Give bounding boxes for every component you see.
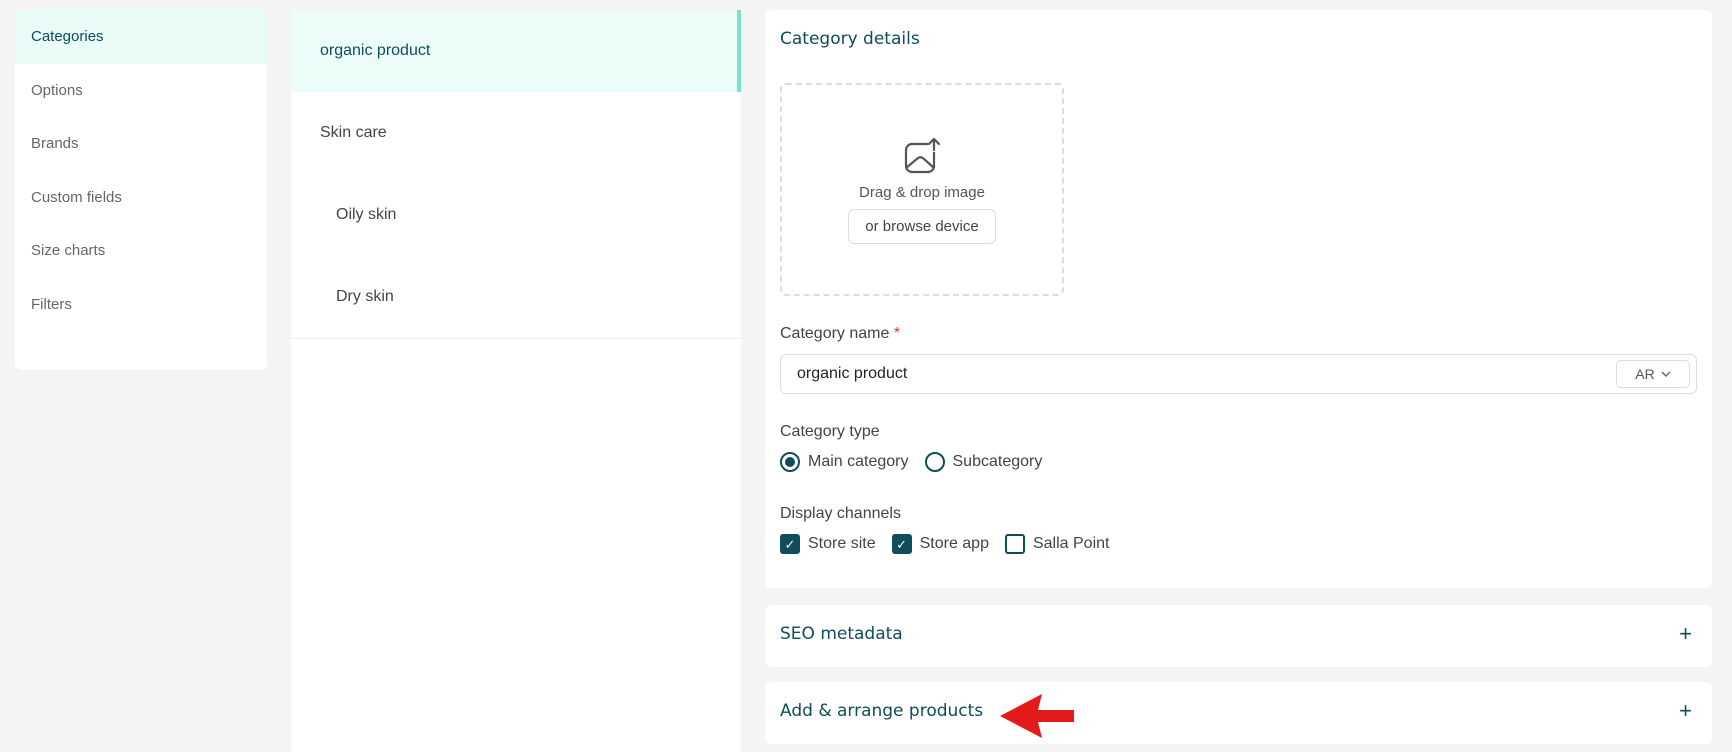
list-divider: [291, 338, 741, 339]
checkmark-icon: ✓: [780, 534, 800, 554]
nav-item-options[interactable]: Options: [15, 64, 267, 118]
category-item-skin-care[interactable]: Skin care: [291, 92, 741, 174]
language-value: AR: [1635, 366, 1655, 382]
radio-selected-icon: [780, 452, 800, 472]
category-name-value: organic product: [797, 365, 908, 382]
category-type-options: Main category Subcategory: [780, 452, 1058, 472]
checkbox-store-site[interactable]: ✓ Store site: [780, 534, 876, 554]
radio-main-category-label: Main category: [808, 453, 909, 470]
image-dropzone[interactable]: Drag & drop image or browse device: [780, 83, 1064, 296]
checkmark-icon: ✓: [891, 534, 912, 554]
checkbox-salla-point-label: Salla Point: [1032, 535, 1110, 552]
checkbox-store-app-label: Store app: [919, 535, 989, 552]
category-name-label-text: Category name: [780, 325, 890, 342]
radio-unselected-icon: [924, 452, 945, 472]
add-arrange-products-title: Add & arrange products: [780, 701, 984, 721]
required-mark: *: [893, 325, 901, 342]
chevron-down-icon: [1661, 371, 1671, 377]
category-details-title: Category details: [780, 29, 920, 49]
category-item-oily-skin[interactable]: Oily skin: [291, 174, 741, 256]
display-channels-label: Display channels: [780, 505, 901, 522]
category-list: organic product Skin care Oily skin Dry …: [291, 10, 741, 752]
checkbox-empty-icon: [1004, 534, 1025, 554]
expand-plus-icon[interactable]: +: [1679, 623, 1692, 645]
category-name-label: Category name *: [780, 325, 900, 343]
drag-drop-text: Drag & drop image: [859, 183, 985, 201]
checkbox-store-site-label: Store site: [808, 535, 876, 552]
red-arrow-annotation-icon: [1000, 694, 1074, 738]
radio-main-category[interactable]: Main category: [780, 452, 909, 472]
checkbox-store-app[interactable]: ✓ Store app: [891, 534, 989, 554]
category-item-organic-product[interactable]: organic product: [291, 10, 741, 92]
nav-item-categories[interactable]: Categories: [15, 10, 267, 64]
nav-item-filters[interactable]: Filters: [15, 278, 267, 332]
browse-device-button[interactable]: or browse device: [848, 208, 996, 244]
checkbox-salla-point[interactable]: Salla Point: [1004, 534, 1110, 554]
seo-metadata-accordion[interactable]: SEO metadata +: [765, 605, 1712, 667]
image-upload-icon: [904, 137, 941, 173]
display-channels-options: ✓ Store site ✓ Store app Salla Point: [780, 534, 1125, 554]
nav-item-custom-fields[interactable]: Custom fields: [15, 171, 267, 225]
add-arrange-products-accordion[interactable]: Add & arrange products +: [765, 682, 1712, 744]
category-type-label: Category type: [780, 423, 880, 440]
radio-subcategory-label: Subcategory: [952, 453, 1043, 470]
language-select[interactable]: AR: [1616, 360, 1690, 388]
nav-item-size-charts[interactable]: Size charts: [15, 224, 267, 278]
nav-item-brands[interactable]: Brands: [15, 117, 267, 171]
category-item-dry-skin[interactable]: Dry skin: [291, 256, 741, 338]
settings-nav: Categories Options Brands Custom fields …: [15, 10, 267, 370]
seo-metadata-title: SEO metadata: [780, 624, 903, 644]
expand-plus-icon[interactable]: +: [1679, 700, 1692, 722]
radio-subcategory[interactable]: Subcategory: [924, 452, 1043, 472]
category-name-input[interactable]: organic product AR: [780, 354, 1697, 394]
category-details-card: Category details Drag & drop image or br…: [765, 10, 1712, 588]
